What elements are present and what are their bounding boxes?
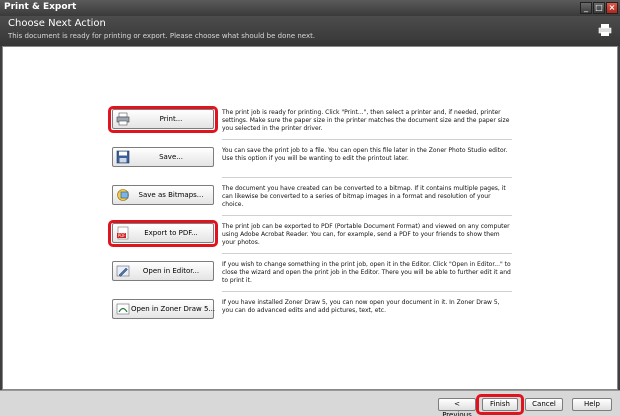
minimize-icon: _ [584, 3, 588, 12]
maximize-button[interactable]: □ [593, 2, 605, 14]
separator [222, 253, 512, 254]
open-in-editor-label: Open in Editor... [142, 267, 200, 275]
print-export-window: Print & Export _ □ × Choose Next Action … [0, 0, 620, 416]
page-title: Choose Next Action [8, 18, 106, 29]
window-title: Print & Export [4, 2, 77, 12]
previous-button[interactable]: < Previous [438, 398, 476, 416]
separator [222, 215, 512, 216]
cancel-button[interactable]: Cancel [525, 398, 563, 411]
save-as-bitmaps-label: Save as Bitmaps... [138, 191, 204, 199]
editor-icon [116, 265, 130, 277]
wizard-footer: < Previous Finish Cancel Help [0, 390, 620, 416]
floppy-disk-icon [116, 150, 130, 164]
bitmap-export-icon [117, 189, 129, 201]
open-in-zoner-draw-description: If you have installed Zoner Draw 5, you … [222, 299, 500, 314]
maximize-icon: □ [595, 3, 603, 12]
save-button-label: Save... [159, 153, 183, 161]
action-row-open-editor: Open in Editor... If you wish to change … [112, 261, 512, 292]
highlight-finish [476, 394, 524, 415]
close-button[interactable]: × [606, 2, 618, 14]
print-description: The print job is ready for printing. Cli… [222, 109, 510, 132]
close-icon: × [608, 3, 616, 12]
wizard-header: Choose Next Action This document is read… [0, 16, 620, 46]
separator [222, 291, 512, 292]
help-button[interactable]: Help [572, 398, 612, 411]
title-bar[interactable]: Print & Export _ □ × [0, 0, 620, 16]
open-in-editor-description: If you wish to change something in the p… [222, 261, 511, 284]
export-to-pdf-description: The print job can be exported to PDF (Po… [222, 223, 510, 246]
save-as-bitmaps-button[interactable]: Save as Bitmaps... [112, 185, 214, 205]
separator [222, 177, 512, 178]
action-row-save: Save... You can save the print job to a … [112, 147, 512, 178]
highlight-export-pdf [108, 220, 218, 247]
action-row-open-zoner-draw: Open in Zoner Draw 5... If you have inst… [112, 299, 512, 329]
open-in-zoner-draw-button[interactable]: Open in Zoner Draw 5... [112, 299, 216, 319]
save-description: You can save the print job to a file. Yo… [222, 147, 508, 162]
minimize-button[interactable]: _ [580, 2, 592, 14]
actions-panel: Print... The print job is ready for prin… [2, 46, 618, 390]
page-subtitle: This document is ready for printing or e… [8, 32, 316, 40]
printer-icon [598, 24, 612, 36]
open-in-zoner-draw-label: Open in Zoner Draw 5... [131, 305, 216, 313]
open-in-editor-button[interactable]: Open in Editor... [112, 261, 214, 281]
save-button[interactable]: Save... [112, 147, 214, 167]
separator [222, 139, 512, 140]
highlight-print [108, 106, 218, 133]
zoner-draw-icon [116, 303, 130, 315]
save-as-bitmaps-description: The document you have created can be con… [222, 185, 506, 208]
action-row-save-bitmaps: Save as Bitmaps... The document you have… [112, 185, 512, 216]
